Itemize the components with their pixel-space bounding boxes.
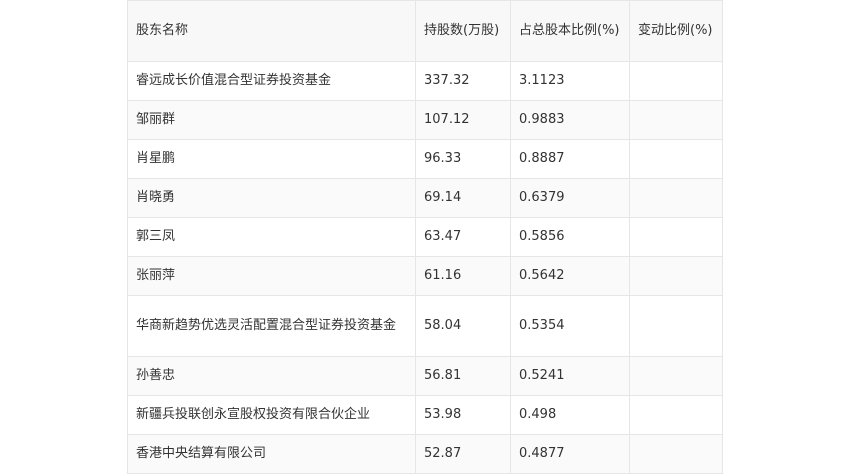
table-row: 新疆兵投联创永宣股权投资有限合伙企业 53.98 0.498 <box>127 395 723 435</box>
cell-change <box>629 256 723 296</box>
cell-ratio: 0.5856 <box>510 217 630 257</box>
cell-change <box>629 395 723 435</box>
cell-name: 肖星鹏 <box>127 139 416 179</box>
cell-ratio: 0.498 <box>510 395 630 435</box>
cell-ratio: 0.5642 <box>510 256 630 296</box>
table-row: 郭三凤 63.47 0.5856 <box>127 217 723 257</box>
cell-change <box>629 178 723 218</box>
cell-shares: 96.33 <box>415 139 511 179</box>
cell-change <box>629 434 723 474</box>
table-row: 香港中央结算有限公司 52.87 0.4877 <box>127 434 723 474</box>
cell-name: 香港中央结算有限公司 <box>127 434 416 474</box>
cell-change <box>629 139 723 179</box>
table-row: 肖晓勇 69.14 0.6379 <box>127 178 723 218</box>
cell-change <box>629 61 723 101</box>
header-row: 股东名称 持股数(万股) 占总股本比例(%) 变动比例(%) <box>127 0 723 62</box>
table-row: 肖星鹏 96.33 0.8887 <box>127 139 723 179</box>
cell-change <box>629 356 723 396</box>
cell-ratio: 0.9883 <box>510 100 630 140</box>
cell-name: 孙善忠 <box>127 356 416 396</box>
table-header: 股东名称 持股数(万股) 占总股本比例(%) 变动比例(%) <box>127 0 723 62</box>
cell-shares: 69.14 <box>415 178 511 218</box>
cell-ratio: 0.8887 <box>510 139 630 179</box>
header-change: 变动比例(%) <box>629 0 723 62</box>
cell-change <box>629 217 723 257</box>
cell-change <box>629 295 723 357</box>
shareholders-table: 股东名称 持股数(万股) 占总股本比例(%) 变动比例(%) 睿远成长价值混合型… <box>127 0 723 474</box>
cell-name: 邹丽群 <box>127 100 416 140</box>
header-shareholder-name: 股东名称 <box>127 0 416 62</box>
cell-shares: 53.98 <box>415 395 511 435</box>
cell-shares: 61.16 <box>415 256 511 296</box>
table-row: 邹丽群 107.12 0.9883 <box>127 100 723 140</box>
table-row: 睿远成长价值混合型证券投资基金 337.32 3.1123 <box>127 61 723 101</box>
cell-ratio: 0.5354 <box>510 295 630 357</box>
header-shares: 持股数(万股) <box>415 0 511 62</box>
cell-name: 华商新趋势优选灵活配置混合型证券投资基金 <box>127 295 416 357</box>
table-row: 华商新趋势优选灵活配置混合型证券投资基金 58.04 0.5354 <box>127 295 723 357</box>
cell-ratio: 0.5241 <box>510 356 630 396</box>
cell-ratio: 3.1123 <box>510 61 630 101</box>
cell-name: 新疆兵投联创永宣股权投资有限合伙企业 <box>127 395 416 435</box>
table-row: 张丽萍 61.16 0.5642 <box>127 256 723 296</box>
cell-shares: 56.81 <box>415 356 511 396</box>
table-body: 睿远成长价值混合型证券投资基金 337.32 3.1123 邹丽群 107.12… <box>127 61 723 474</box>
cell-name: 睿远成长价值混合型证券投资基金 <box>127 61 416 101</box>
cell-name: 张丽萍 <box>127 256 416 296</box>
cell-name: 肖晓勇 <box>127 178 416 218</box>
header-ratio: 占总股本比例(%) <box>510 0 630 62</box>
cell-shares: 58.04 <box>415 295 511 357</box>
cell-ratio: 0.4877 <box>510 434 630 474</box>
cell-shares: 52.87 <box>415 434 511 474</box>
shareholders-table-container: 股东名称 持股数(万股) 占总股本比例(%) 变动比例(%) 睿远成长价值混合型… <box>127 0 723 474</box>
cell-name: 郭三凤 <box>127 217 416 257</box>
table-row: 孙善忠 56.81 0.5241 <box>127 356 723 396</box>
cell-ratio: 0.6379 <box>510 178 630 218</box>
cell-shares: 337.32 <box>415 61 511 101</box>
cell-shares: 107.12 <box>415 100 511 140</box>
cell-change <box>629 100 723 140</box>
cell-shares: 63.47 <box>415 217 511 257</box>
